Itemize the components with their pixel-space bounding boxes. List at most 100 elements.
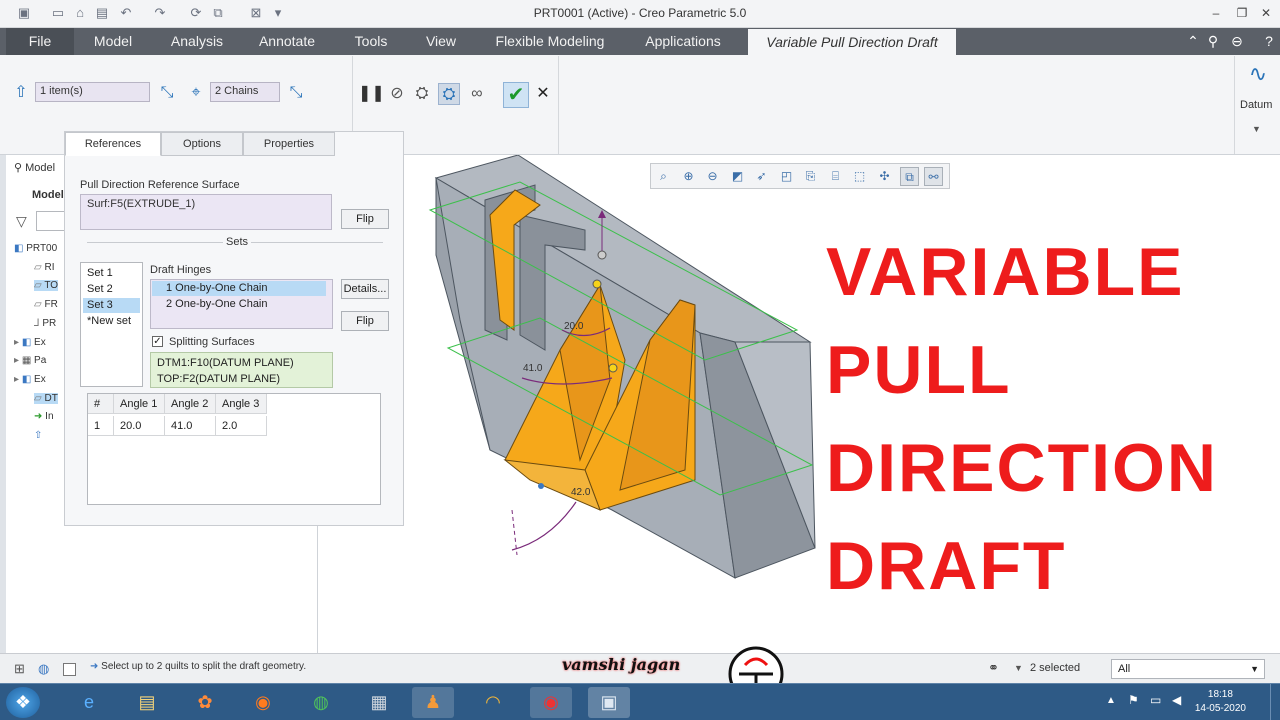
angle-table[interactable]: # Angle 1 Angle 2 Angle 3 1 20.0 41.0 2.…	[87, 393, 381, 505]
tab-references[interactable]: References	[65, 132, 161, 156]
flip-hinges-icon[interactable]: ⤡	[285, 82, 307, 104]
perspective-icon[interactable]: ⬚	[850, 167, 869, 186]
display-style-icon[interactable]: ◰	[777, 167, 796, 186]
firefox-icon[interactable]: ◉	[242, 687, 284, 718]
pull-ref-collector[interactable]: Surf:F5(EXTRUDE_1)	[80, 194, 332, 230]
reorient-icon[interactable]: ➶	[752, 167, 771, 186]
tab-options[interactable]: Options	[161, 132, 243, 156]
drag-handle[interactable]	[538, 483, 544, 489]
set-item-selected[interactable]: Set 3	[83, 298, 140, 313]
chevron-down-icon[interactable]: ▼	[1250, 660, 1259, 678]
network-icon[interactable]: ⚑	[1128, 693, 1139, 707]
fullscreen-toggle-icon[interactable]	[63, 663, 76, 676]
tree-item-insert-here[interactable]: ➜ In	[34, 411, 54, 422]
draft-hinges-field[interactable]: 2 Chains	[210, 82, 280, 102]
tab-flexible-modeling[interactable]: Flexible Modeling	[482, 28, 618, 55]
zoom-out-icon[interactable]: ⊖	[703, 167, 722, 186]
apply-checkmark-icon[interactable]: ✔	[503, 82, 529, 108]
pause-icon[interactable]: ❚❚	[358, 83, 385, 105]
expand-arrow-icon[interactable]: ▸	[14, 337, 19, 348]
taskbar-clock[interactable]: 18:18 14-05-2020	[1195, 688, 1246, 716]
minimize-icon[interactable]: –	[1208, 5, 1224, 21]
help-menu-icon[interactable]: ?	[1260, 33, 1278, 49]
creo-icon[interactable]: ▣	[588, 687, 630, 718]
draft-hinges-list[interactable]: 1 One-by-One Chain 2 One-by-One Chain	[150, 279, 333, 329]
flip-pull-ref-button[interactable]: Flip	[341, 209, 389, 229]
set-item[interactable]: Set 2	[83, 282, 140, 297]
dim-angle-1[interactable]: 20.0	[564, 321, 583, 332]
tree-item-dtm1[interactable]: ▱ DT	[34, 393, 58, 404]
tab-applications[interactable]: Applications	[628, 28, 738, 55]
tab-view[interactable]: View	[412, 28, 470, 55]
battery-icon[interactable]: ▭	[1150, 693, 1161, 707]
details-button[interactable]: Details...	[341, 279, 389, 299]
tree-item-top[interactable]: ▱ TO	[34, 280, 59, 291]
saved-views-icon[interactable]: ⎘	[801, 167, 820, 186]
record-icon[interactable]: ◉	[530, 687, 572, 718]
pull-direction-field[interactable]: 1 item(s)	[35, 82, 150, 102]
model-tree-search-input[interactable]	[36, 211, 66, 231]
expand-arrow-icon[interactable]: ▸	[14, 374, 19, 385]
hinge-item-selected[interactable]: 1 One-by-One Chain	[152, 281, 326, 296]
datum-display-icon[interactable]: ✣	[875, 167, 894, 186]
calculator-icon[interactable]: ▦	[358, 687, 400, 718]
file-explorer-icon[interactable]: ▤	[126, 687, 168, 718]
sets-list[interactable]: Set 1 Set 2 Set 3 *New set	[80, 262, 143, 387]
restore-icon[interactable]: ❐	[1234, 5, 1250, 21]
start-button-icon[interactable]: ❖	[6, 687, 40, 718]
expand-arrow-icon[interactable]: ▸	[14, 355, 19, 366]
tray-arrow-icon[interactable]: ▲	[1106, 695, 1116, 706]
selection-filter-select[interactable]: All ▼	[1111, 659, 1265, 679]
refit-icon[interactable]: ⌕	[654, 167, 673, 186]
close-icon[interactable]: ✕	[1258, 5, 1274, 21]
cancel-x-icon[interactable]: ✕	[532, 83, 554, 105]
graphics-window[interactable]	[318, 155, 1280, 653]
repaint-icon[interactable]: ◩	[728, 167, 747, 186]
table-cell[interactable]: 41.0	[165, 416, 216, 436]
help-icon[interactable]: ⊖	[1228, 33, 1246, 50]
browser-toggle-icon[interactable]: ◍	[38, 661, 49, 677]
table-cell[interactable]: 2.0	[216, 416, 267, 436]
tab-annotate[interactable]: Annotate	[246, 28, 328, 55]
find-icon[interactable]: ⚭	[988, 660, 999, 676]
new-set-item[interactable]: *New set	[83, 314, 140, 329]
tree-item-front[interactable]: ▱ FR	[34, 299, 58, 310]
internet-explorer-icon[interactable]: e	[68, 687, 110, 718]
view-manager-icon[interactable]: ⌸	[826, 167, 845, 186]
drag-handle[interactable]	[592, 279, 602, 289]
pull-direction-icon[interactable]: ⇧	[10, 82, 32, 104]
attached-preview-icon[interactable]: ⛭	[438, 83, 460, 105]
app-icon[interactable]: ✿	[184, 687, 226, 718]
tree-item-pattern[interactable]: ▸ ▦ Pa	[14, 355, 46, 366]
find-dropdown-icon[interactable]: ▼	[1014, 663, 1023, 673]
zoom-in-icon[interactable]: ⊕	[679, 167, 698, 186]
tab-variable-pull-direction-draft[interactable]: Variable Pull Direction Draft	[748, 29, 956, 55]
volume-icon[interactable]: ◀	[1172, 693, 1181, 707]
drag-handle[interactable]	[597, 250, 607, 260]
model-viewport[interactable]	[318, 155, 1280, 653]
chrome-icon[interactable]: ◍	[300, 687, 342, 718]
tree-root[interactable]: ◧ PRT00	[14, 243, 57, 254]
verify-mode-icon[interactable]: ∞	[466, 83, 488, 105]
flip-pull-direction-icon[interactable]: ⤡	[156, 82, 178, 104]
tree-item-right[interactable]: ▱ RI	[34, 262, 54, 273]
tree-item-draft-feature[interactable]: ⇧	[34, 430, 42, 441]
show-desktop-button[interactable]	[1270, 684, 1280, 720]
draft-hinges-icon[interactable]: ⌖	[185, 82, 207, 104]
tree-item-extrude-2[interactable]: ▸ ◧ Ex	[14, 374, 46, 385]
filter-icon[interactable]: ▽	[16, 213, 27, 230]
headphones-icon[interactable]: ◠	[472, 687, 514, 718]
tree-item-extrude-1[interactable]: ▸ ◧ Ex	[14, 337, 46, 348]
separate-preview-icon[interactable]: ⛭	[411, 83, 433, 105]
flip-hinges-button[interactable]: Flip	[341, 311, 389, 331]
datum-dropdown-icon[interactable]: ▼	[1252, 124, 1261, 134]
datum-icon[interactable]: ∿	[1244, 63, 1272, 91]
tab-file[interactable]: File	[6, 28, 74, 55]
table-cell[interactable]: 20.0	[114, 416, 165, 436]
tab-properties[interactable]: Properties	[243, 132, 335, 156]
search-icon[interactable]: ⚲	[1204, 33, 1222, 50]
tab-model[interactable]: Model	[78, 28, 148, 55]
hinge-item[interactable]: 2 One-by-One Chain	[152, 297, 326, 312]
spin-center-icon[interactable]: ⚯	[924, 167, 943, 186]
set-item[interactable]: Set 1	[83, 266, 140, 281]
